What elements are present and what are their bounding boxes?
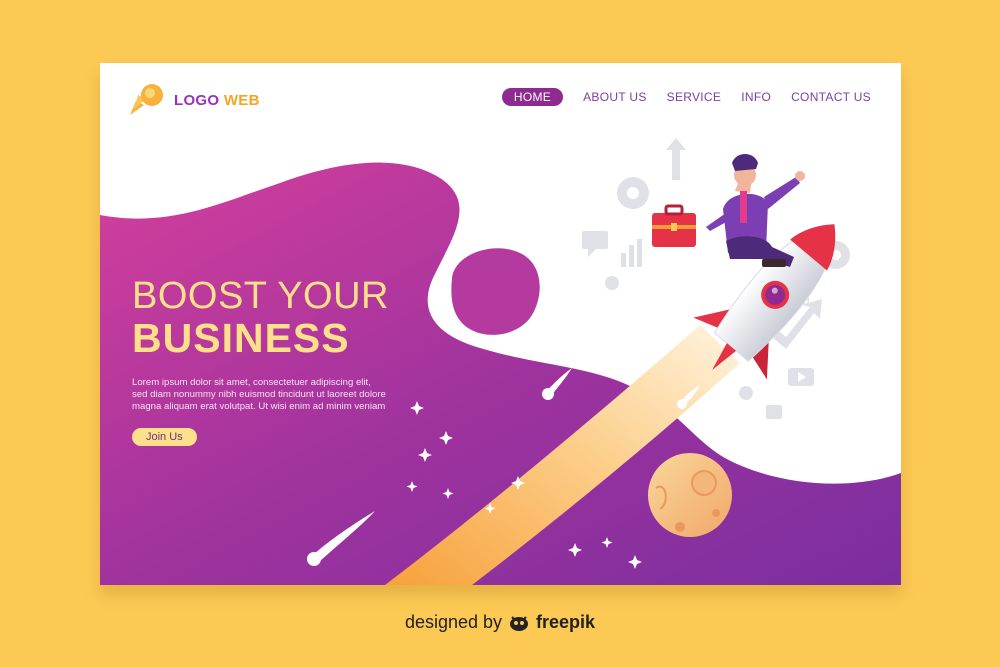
landing-card: % bbox=[100, 63, 901, 585]
credit-brand[interactable]: freepik bbox=[536, 612, 595, 633]
bar-chart-icon bbox=[621, 253, 626, 267]
rocket-comet-icon bbox=[130, 84, 163, 115]
chat-icon bbox=[582, 231, 608, 249]
briefcase-icon bbox=[652, 204, 696, 247]
main-nav: HOME ABOUT US SERVICE INFO CONTACT US bbox=[501, 88, 871, 106]
hero-description: Lorem ipsum dolor sit amet, consectetuer… bbox=[132, 377, 386, 412]
nav-home[interactable]: HOME bbox=[501, 88, 564, 106]
designer-credit: designed by freepik bbox=[0, 612, 1000, 633]
nav-info[interactable]: INFO bbox=[741, 90, 771, 104]
logo[interactable]: LOGO WEB bbox=[128, 83, 260, 117]
hero-title-line2: BUSINESS bbox=[132, 315, 350, 361]
credit-prefix: designed by bbox=[404, 612, 503, 632]
nav-contact-us[interactable]: CONTACT US bbox=[791, 90, 871, 104]
hero-title-line1: BOOST YOUR bbox=[132, 275, 389, 317]
arrow-up-icon bbox=[666, 138, 686, 180]
purple-blob-shape bbox=[451, 248, 540, 335]
planet-icon bbox=[648, 453, 732, 537]
join-us-button[interactable]: Join Us bbox=[132, 428, 197, 446]
nav-service[interactable]: SERVICE bbox=[667, 90, 722, 104]
nav-about-us[interactable]: ABOUT US bbox=[583, 90, 647, 104]
logo-text: LOGO WEB bbox=[174, 91, 260, 109]
freepik-logo-icon bbox=[510, 615, 529, 631]
thumbs-up-icon bbox=[766, 405, 782, 419]
